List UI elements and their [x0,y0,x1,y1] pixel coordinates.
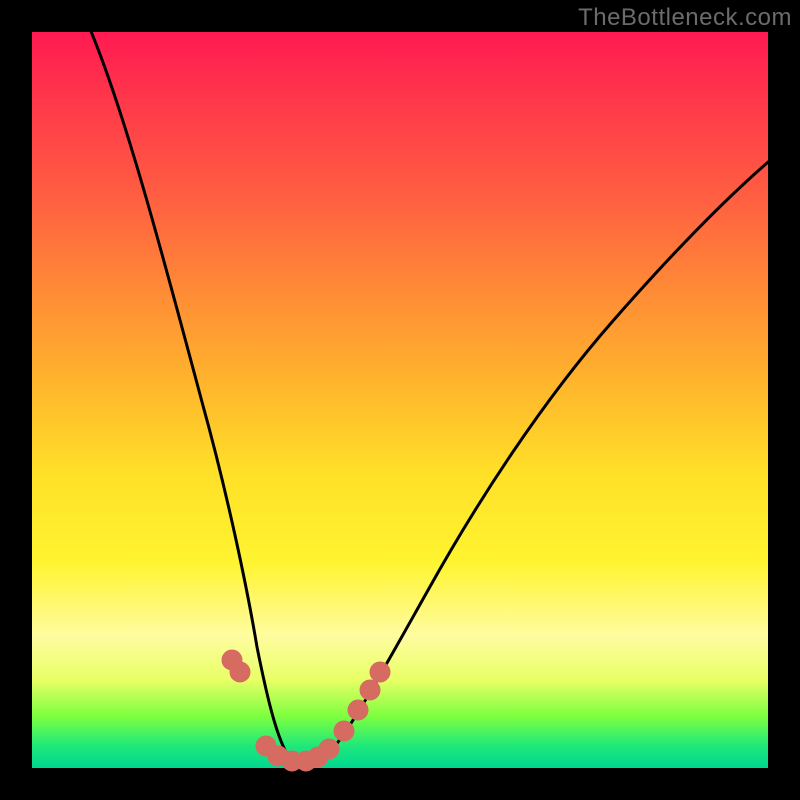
marker-dot [348,700,368,720]
bottleneck-curve [87,22,792,765]
curve-layer [32,32,768,768]
marker-dot [319,739,339,759]
chart-frame: TheBottleneck.com [0,0,800,800]
marker-group [222,650,390,771]
marker-dot [360,680,380,700]
marker-dot [334,721,354,741]
watermark-text: TheBottleneck.com [578,4,792,32]
plot-area [32,32,768,768]
marker-dot [230,662,250,682]
marker-dot [370,662,390,682]
